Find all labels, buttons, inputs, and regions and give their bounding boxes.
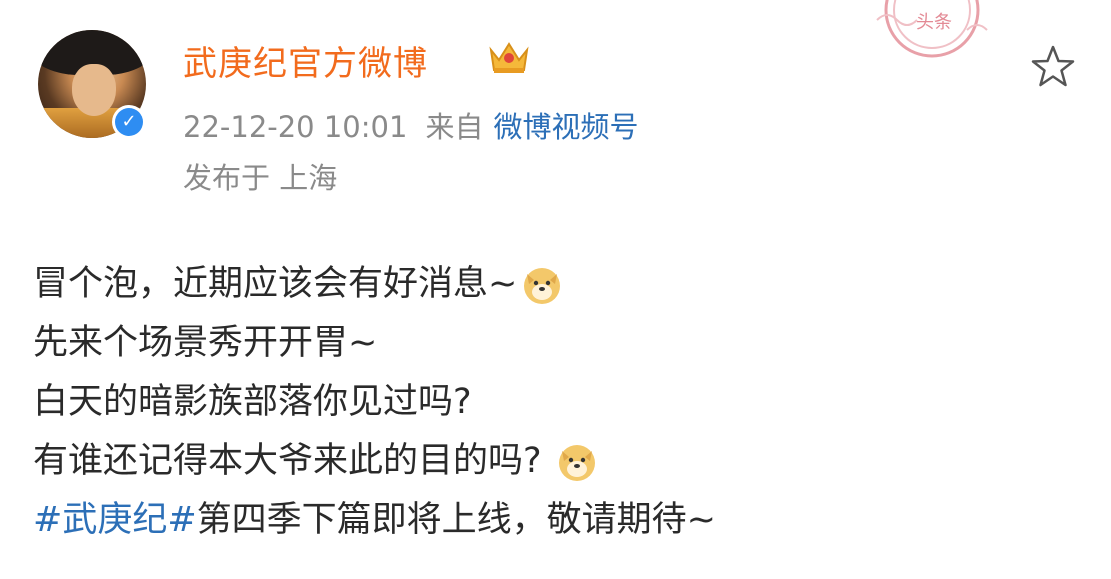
post-line: 白天的暗影族部落你见过吗? — [33, 373, 1093, 432]
post-line: 冒个泡，近期应该会有好消息~ — [33, 255, 1093, 314]
from-label: 来自 — [425, 110, 484, 144]
doge-emoji-icon — [558, 444, 595, 481]
post-line-text: 先来个场景秀开开胃~ — [33, 323, 378, 363]
post-line: 先来个场景秀开开胃~ — [33, 314, 1093, 373]
post-location: 发布于 上海 — [183, 161, 338, 195]
doge-emoji-icon — [524, 267, 561, 304]
author-name[interactable]: 武庚纪官方微博 — [183, 36, 428, 85]
post-meta: 22-12-20 10:01 来自 微博视频号 — [183, 104, 638, 146]
post-line: 有谁还记得本大爷来此的目的吗? — [33, 432, 1093, 491]
post-line-text: 冒个泡，近期应该会有好消息~ — [33, 264, 518, 304]
post-line-text: 第四季下篇即将上线，敬请期待~ — [196, 500, 716, 540]
post-time: 22-12-20 10:01 — [183, 110, 408, 144]
star-icon[interactable] — [1028, 42, 1078, 92]
post-body: 冒个泡，近期应该会有好消息~ 先来个场景秀开开胃~ 白天的暗影族部落你见过吗? … — [33, 255, 1093, 550]
verified-badge-icon: ✓ — [112, 105, 146, 139]
post-line-text: 白天的暗影族部落你见过吗? — [33, 382, 472, 422]
watermark-stamp: 头条 — [872, 0, 992, 70]
stamp-text: 头条 — [916, 12, 952, 33]
hashtag-link[interactable]: #武庚纪# — [33, 491, 197, 550]
post-line: #武庚纪# 第四季下篇即将上线，敬请期待~ — [33, 491, 1093, 550]
post-line-text: 有谁还记得本大爷来此的目的吗? — [33, 441, 542, 481]
source-link[interactable]: 微博视频号 — [493, 110, 638, 144]
avatar-face — [72, 64, 116, 116]
crown-icon — [489, 42, 529, 73]
